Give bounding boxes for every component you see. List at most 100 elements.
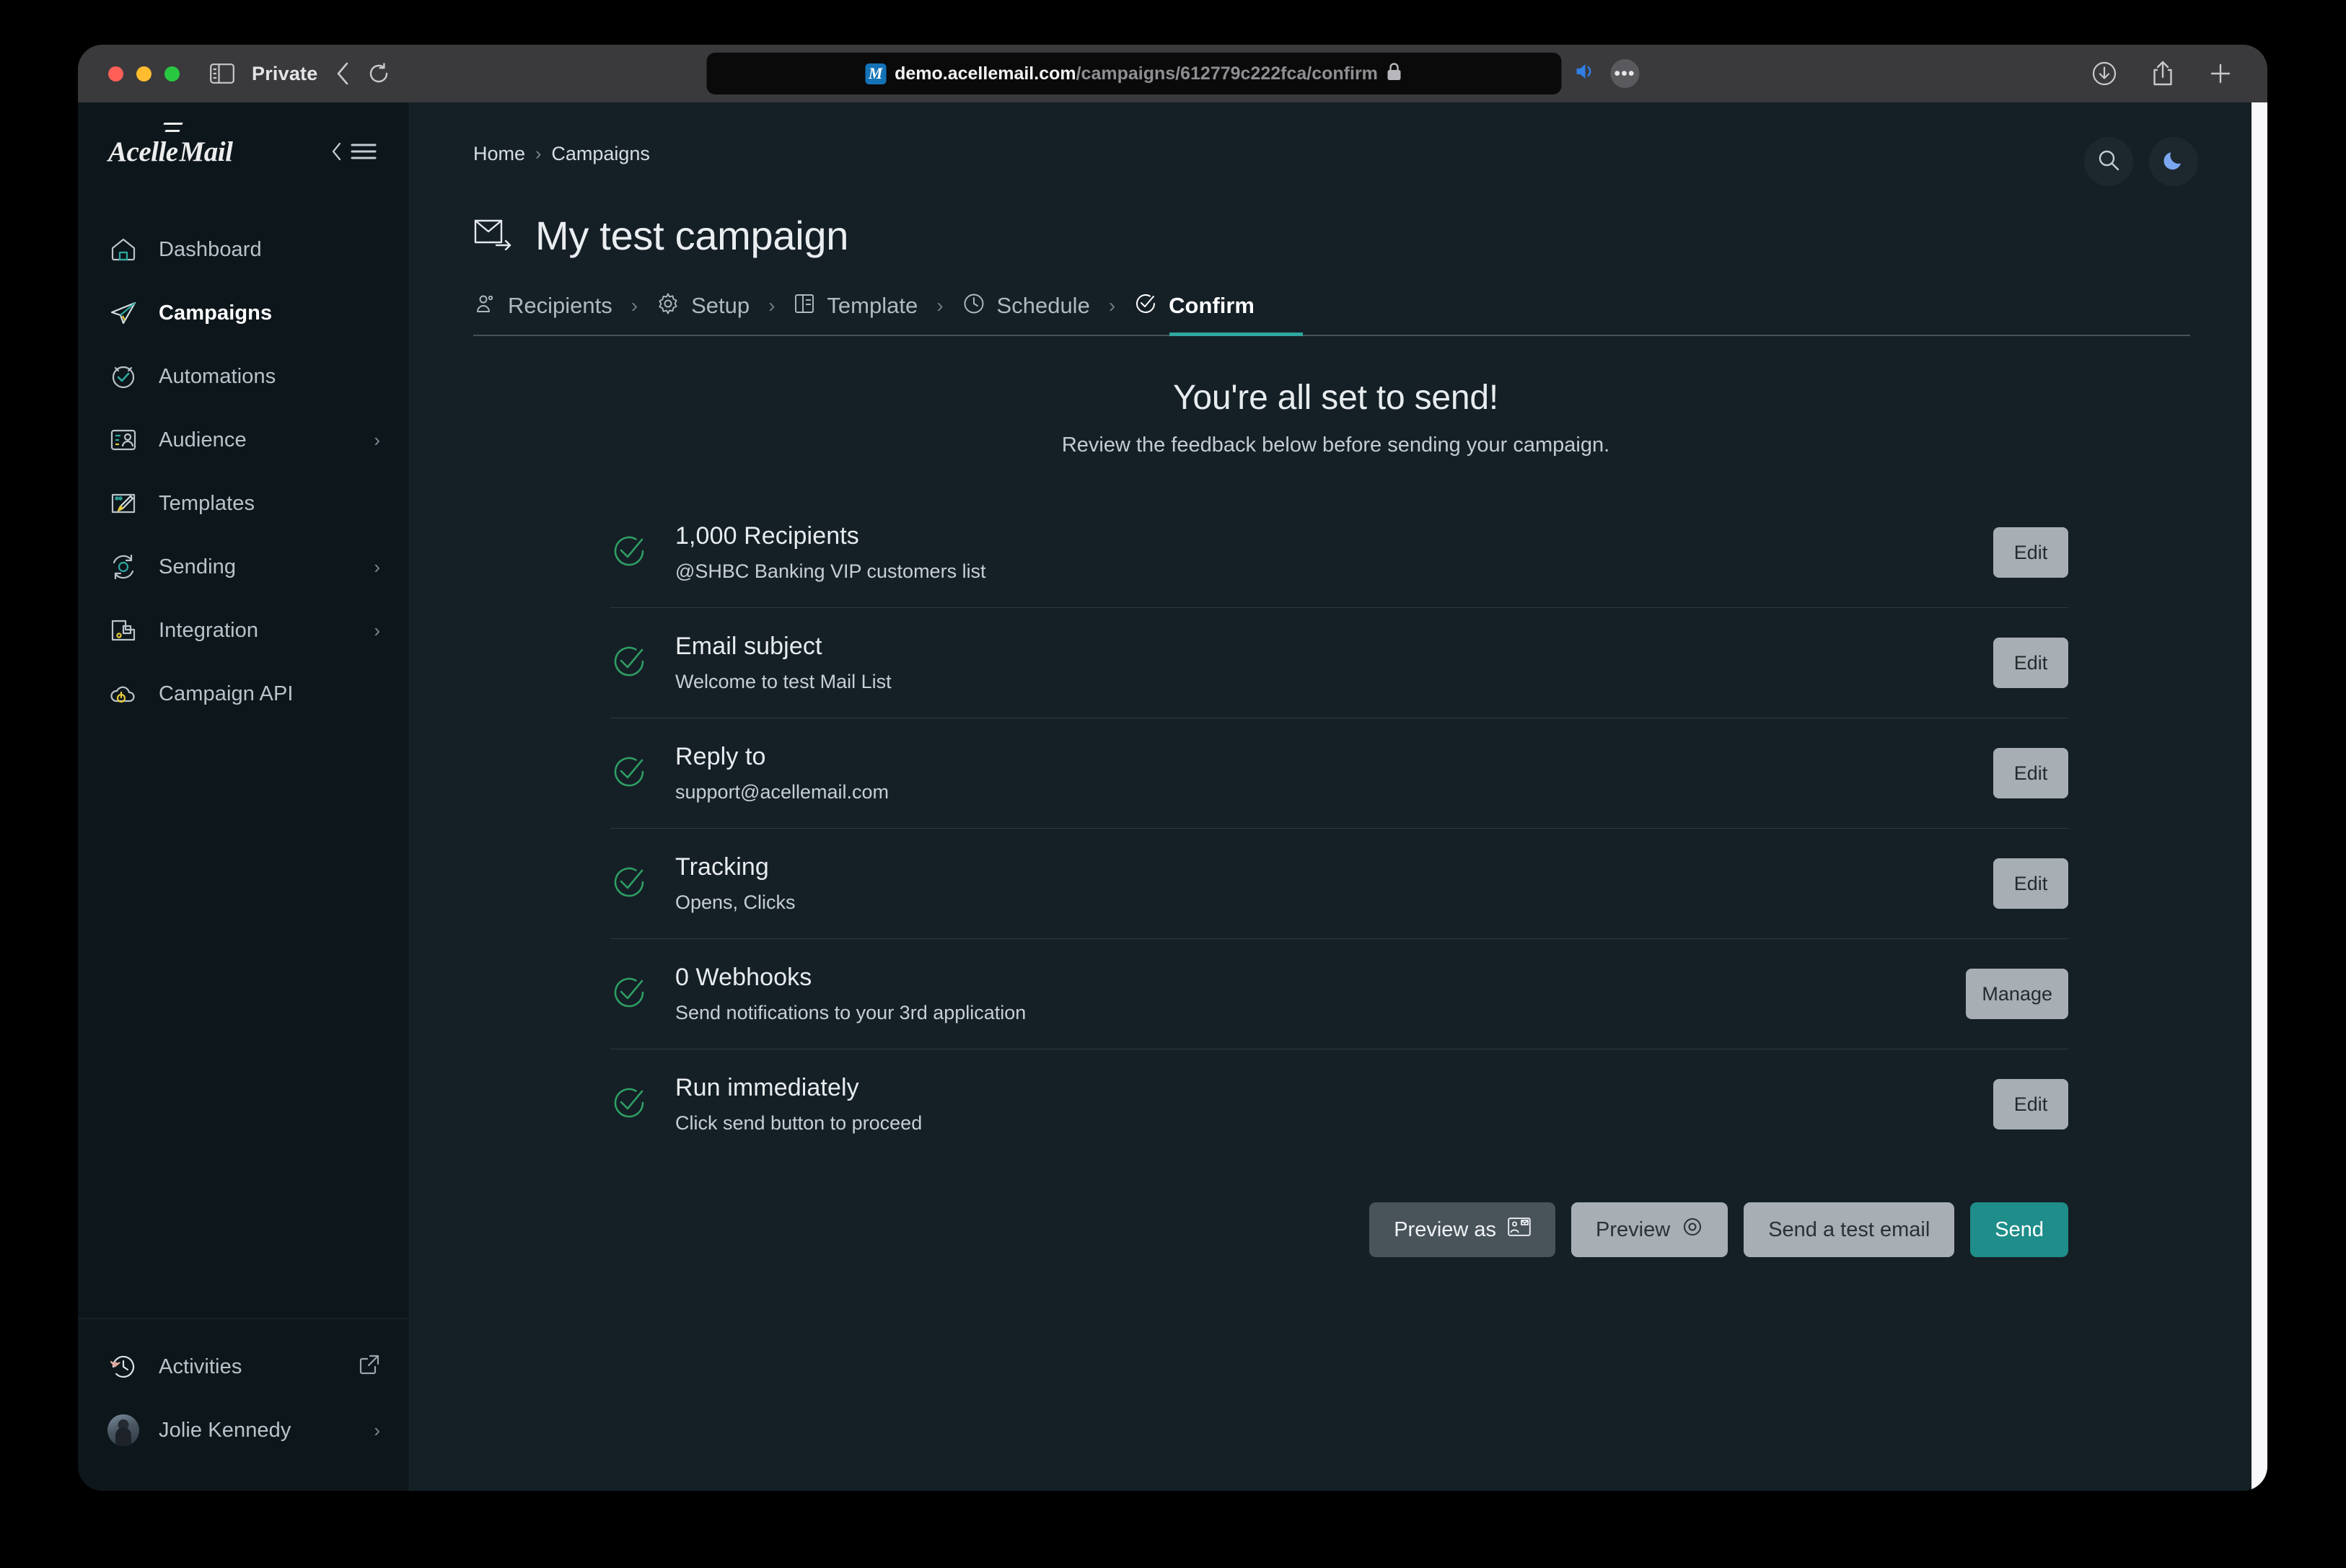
logo-text-mail: Mail (179, 136, 233, 167)
confirm-hero: You're all set to send! Review the feedb… (473, 378, 2198, 457)
sidebar-item-label: Campaigns (159, 301, 273, 325)
footer-actions: Preview as Preview Send a test email Sen… (473, 1202, 2068, 1257)
sidebar-item-label: Activities (159, 1355, 242, 1378)
edit-schedule-button[interactable]: Edit (1993, 1079, 2068, 1129)
desktop-background: Private M demo.acellemail.com/campaigns/… (0, 0, 2346, 1568)
maximize-window-button[interactable] (164, 66, 180, 82)
close-window-button[interactable] (108, 66, 123, 82)
chevron-right-icon: › (374, 619, 380, 641)
sidebar-brand-row: Acelle Mail (78, 102, 409, 201)
sidebar-item-label: Audience (159, 428, 247, 452)
download-icon[interactable] (2091, 61, 2117, 87)
sidebar-item-campaign-api[interactable]: Campaign API (78, 662, 409, 726)
step-schedule[interactable]: Schedule (962, 292, 1109, 319)
step-label: Schedule (996, 292, 1090, 318)
gear-icon (656, 292, 680, 319)
sidebar-item-dashboard[interactable]: Dashboard (78, 218, 409, 281)
check-badge-icon (1134, 292, 1157, 319)
chevron-right-icon: › (374, 428, 380, 451)
sidebar: Acelle Mail Dashboard Campaigns Automati… (78, 102, 410, 1491)
speaker-icon[interactable] (1574, 61, 1597, 87)
sidebar-item-sending[interactable]: Sending › (78, 535, 409, 599)
checklist-subtitle: support@acellemail.com (675, 781, 889, 803)
hero-subheading: Review the feedback below before sending… (1061, 433, 1610, 457)
checklist-title: Reply to (675, 743, 766, 770)
checklist-title: Tracking (675, 853, 769, 881)
campaign-envelope-icon (473, 217, 514, 254)
new-tab-plus-icon[interactable] (2208, 61, 2233, 86)
checklist-row-reply-to: Reply to support@acellemail.com Edit (610, 718, 2068, 829)
url-host: demo.acellemail.com (895, 63, 1076, 84)
chevron-right-icon: › (374, 555, 380, 578)
moon-icon (2162, 149, 2185, 175)
checklist-row-webhooks: 0 Webhooks Send notifications to your 3r… (610, 939, 2068, 1049)
edit-reply-to-button[interactable]: Edit (1993, 748, 2068, 798)
main-content: Home › Campaigns My test campaign Recipi… (410, 102, 2267, 1491)
breadcrumb-home[interactable]: Home (473, 143, 525, 165)
edit-tracking-button[interactable]: Edit (1993, 858, 2068, 909)
url-text: demo.acellemail.com/campaigns/612779c222… (895, 63, 1378, 84)
step-confirm[interactable]: Confirm (1134, 292, 1273, 319)
checklist-subtitle: Welcome to test Mail List (675, 671, 892, 692)
step-template[interactable]: Template (794, 292, 936, 319)
header-actions (2084, 137, 2198, 186)
dark-mode-toggle[interactable] (2149, 137, 2198, 186)
window-controls[interactable] (108, 66, 180, 82)
user-name-label: Jolie Kennedy (159, 1418, 291, 1442)
sidebar-item-label: Dashboard (159, 237, 262, 261)
private-mode-label: Private (252, 62, 318, 84)
external-link-icon[interactable] (359, 1354, 380, 1380)
sidebar-item-templates[interactable]: Templates (78, 472, 409, 535)
template-icon (108, 488, 139, 519)
step-label: Template (827, 292, 918, 318)
sidebar-item-automations[interactable]: Automations (78, 345, 409, 408)
clock-check-icon (108, 361, 139, 392)
send-button[interactable]: Send (1970, 1202, 2068, 1257)
sidebar-item-campaigns[interactable]: Campaigns (78, 281, 409, 345)
sidebar-nav: Dashboard Campaigns Automations Audience… (78, 201, 409, 1318)
edit-recipients-button[interactable]: Edit (1993, 527, 2068, 578)
reload-icon[interactable] (368, 62, 390, 85)
send-test-email-button[interactable]: Send a test email (1744, 1202, 1955, 1257)
page-scrollbar[interactable] (2251, 102, 2267, 1491)
share-icon[interactable] (2150, 60, 2175, 87)
sidebar-toggle-icon[interactable] (210, 63, 234, 84)
site-favicon: M (865, 63, 887, 84)
manage-webhooks-button[interactable]: Manage (1966, 969, 2068, 1019)
checklist-title: 0 Webhooks (675, 964, 812, 991)
checklist-row-recipients: 1,000 Recipients @SHBC Banking VIP custo… (610, 498, 2068, 608)
breadcrumb: Home › Campaigns (473, 143, 650, 165)
audience-icon (108, 425, 139, 455)
step-setup[interactable]: Setup (656, 292, 768, 319)
back-chevron-icon[interactable] (335, 61, 351, 86)
app-logo[interactable]: Acelle Mail (108, 136, 233, 168)
browser-titlebar: Private M demo.acellemail.com/campaigns/… (78, 45, 2267, 102)
active-step-underline (1169, 332, 1303, 336)
more-ellipsis-icon[interactable]: ••• (1610, 59, 1639, 88)
contact-card-icon (1508, 1217, 1531, 1242)
paper-plane-icon (108, 298, 139, 328)
edit-email-subject-button[interactable]: Edit (1993, 638, 2068, 688)
sidebar-item-activities[interactable]: Activities (78, 1335, 409, 1399)
search-icon (2096, 148, 2121, 176)
step-separator: › (768, 294, 776, 317)
breadcrumb-separator: › (535, 144, 542, 164)
checklist-subtitle: @SHBC Banking VIP customers list (675, 560, 986, 582)
breadcrumb-current[interactable]: Campaigns (551, 143, 650, 165)
avatar (107, 1414, 139, 1446)
address-bar-area[interactable]: M demo.acellemail.com/campaigns/612779c2… (706, 53, 1639, 94)
preview-as-button[interactable]: Preview as (1369, 1202, 1556, 1257)
sidebar-collapse-button[interactable] (330, 141, 377, 162)
minimize-window-button[interactable] (136, 66, 151, 82)
search-button[interactable] (2084, 137, 2133, 186)
url-bar[interactable]: M demo.acellemail.com/campaigns/612779c2… (706, 53, 1561, 94)
sidebar-item-audience[interactable]: Audience › (78, 408, 409, 472)
checklist-subtitle: Opens, Clicks (675, 891, 796, 913)
step-recipients[interactable]: Recipients (473, 292, 631, 319)
check-circle-icon (610, 532, 651, 573)
checklist-row-schedule: Run immediately Click send button to pro… (610, 1049, 2068, 1159)
page-title: My test campaign (473, 212, 2198, 259)
sidebar-item-integration[interactable]: Integration › (78, 599, 409, 662)
preview-button[interactable]: Preview (1571, 1202, 1728, 1257)
sidebar-item-user-profile[interactable]: Jolie Kennedy › (78, 1399, 409, 1462)
